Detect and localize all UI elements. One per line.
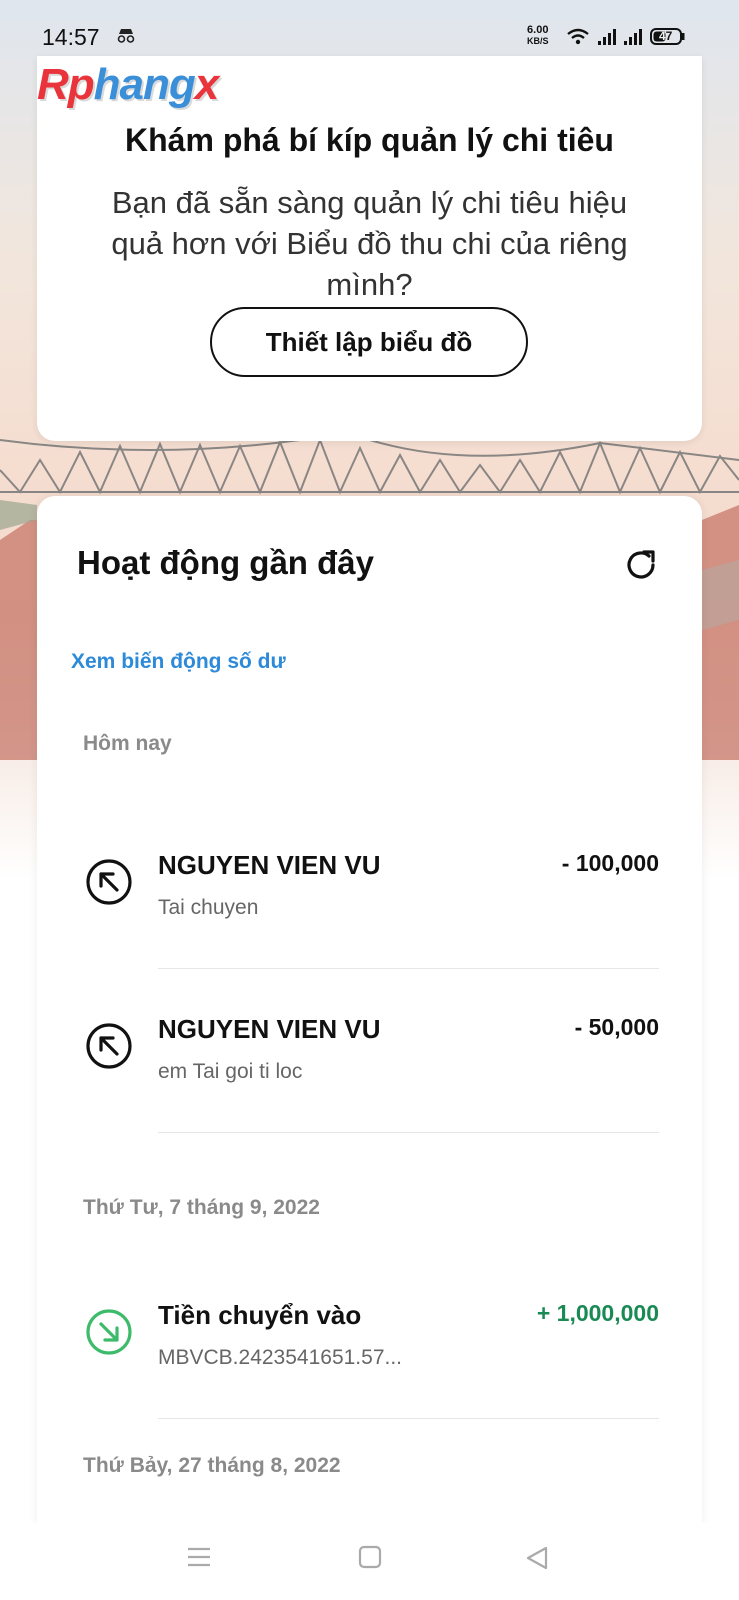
status-time: 14:57 xyxy=(42,24,100,50)
transaction-amount: - 100,000 xyxy=(561,850,659,876)
net-speed-unit: KB/S xyxy=(527,36,549,46)
divider xyxy=(158,968,659,969)
date-header: Thứ Tư, 7 tháng 9, 2022 xyxy=(83,1196,320,1219)
transaction-amount: - 50,000 xyxy=(574,1014,659,1040)
transaction-name: Tiền chuyển vào xyxy=(158,1300,362,1330)
signal-icon-1 xyxy=(598,29,616,45)
setup-chart-button[interactable]: Thiết lập biểu đồ xyxy=(210,307,528,377)
transaction-description: MBVCB.2423541651.57... xyxy=(158,1346,403,1369)
refresh-icon[interactable] xyxy=(622,546,660,589)
recent-activity-card: Hoạt động gần đây Xem biến động số dư Hô… xyxy=(37,496,702,1526)
wifi-icon xyxy=(567,28,589,45)
system-nav-bar xyxy=(0,1523,739,1600)
date-header: Hôm nay xyxy=(83,732,172,755)
divider xyxy=(158,1132,659,1133)
outgoing-arrow-icon xyxy=(85,858,133,911)
status-icons xyxy=(566,27,706,54)
spending-chart-promo-card: Khám phá bí kíp quản lý chi tiêu Bạn đã … xyxy=(37,56,702,441)
menu-icon[interactable] xyxy=(186,1545,212,1574)
promo-title: Khám phá bí kíp quản lý chi tiêu xyxy=(125,122,614,158)
activity-title: Hoạt động gần đây xyxy=(77,544,374,581)
home-icon[interactable] xyxy=(358,1545,382,1574)
incoming-arrow-icon xyxy=(85,1308,133,1361)
transaction-description: Tai chuyen xyxy=(158,896,259,919)
status-bar: 14:57 6.00 KB/S 47 xyxy=(0,0,739,58)
divider xyxy=(158,1418,659,1419)
promo-description: Bạn đã sẵn sàng quản lý chi tiêu hiệu qu… xyxy=(111,185,628,302)
transaction-row[interactable]: NGUYEN VIEN VU em Tai goi ti loc - 50,00… xyxy=(37,1014,702,1174)
transaction-amount: + 1,000,000 xyxy=(536,1300,659,1326)
watermark-part1: Rp xyxy=(37,60,95,109)
transaction-row[interactable]: NGUYEN VIEN VU Tai chuyen - 100,000 xyxy=(37,850,702,1010)
balance-changes-link[interactable]: Xem biến động số dư xyxy=(71,650,286,674)
outgoing-arrow-icon xyxy=(85,1022,133,1075)
transaction-name: NGUYEN VIEN VU xyxy=(158,1014,381,1044)
net-speed: 6.00 KB/S xyxy=(527,25,549,47)
date-header: Thứ Bảy, 27 tháng 8, 2022 xyxy=(83,1454,341,1477)
battery-level: 47 xyxy=(659,29,673,43)
transaction-description: em Tai goi ti loc xyxy=(158,1060,303,1083)
transaction-row[interactable]: Tiền chuyển vào MBVCB.2423541651.57... +… xyxy=(37,1300,702,1460)
back-icon[interactable] xyxy=(524,1545,550,1576)
watermark-part3: x xyxy=(194,60,220,109)
signal-icon-2 xyxy=(624,29,642,45)
transaction-name: NGUYEN VIEN VU xyxy=(158,850,381,880)
incognito-icon xyxy=(116,28,136,49)
watermark-logo: Rphangx xyxy=(37,60,220,110)
net-speed-value: 6.00 xyxy=(527,24,549,36)
watermark-part2: hang xyxy=(93,60,196,109)
